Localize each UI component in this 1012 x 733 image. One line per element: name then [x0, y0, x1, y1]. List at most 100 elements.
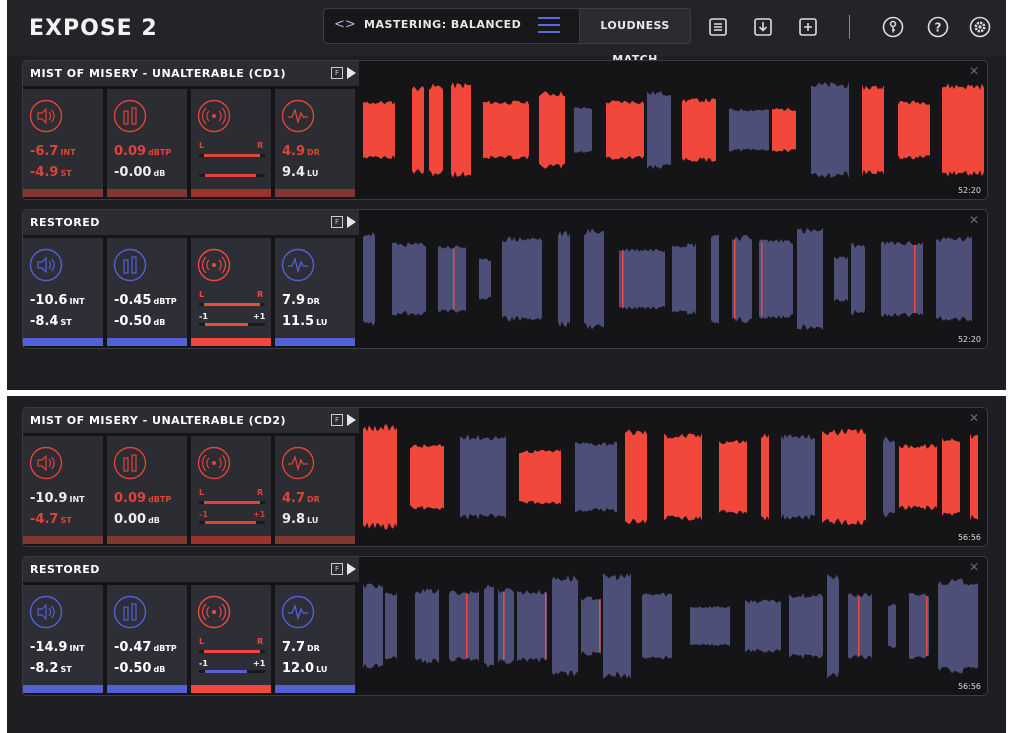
waveform-segment — [539, 91, 565, 169]
integrated-loudness-value: -14.9 INT — [30, 640, 85, 655]
play-icon[interactable] — [347, 414, 356, 426]
waveform[interactable] — [361, 61, 987, 199]
dynamics-icon — [281, 446, 315, 480]
loudness-cell[interactable]: -10.9 INT -4.7 ST — [23, 436, 103, 544]
waveform-segment — [759, 238, 793, 320]
clip-marker — [466, 593, 468, 659]
key-icon[interactable] — [882, 16, 904, 38]
dynamics-cell[interactable]: 7.9 DR 11.5 LU — [275, 238, 355, 346]
waveform-segment — [415, 588, 439, 664]
gain-value: -0.50 dB — [114, 314, 166, 329]
menu-icon[interactable] — [538, 17, 560, 33]
waveform-segment — [664, 433, 702, 521]
correlation-meter — [199, 521, 265, 524]
dynamics-status-bar — [275, 189, 355, 197]
waveform-segment — [898, 100, 930, 160]
dynamic-range-value: 4.7 DR — [282, 491, 320, 506]
right-channel-label: R — [257, 637, 264, 646]
help-icon[interactable]: ? — [927, 16, 949, 38]
waveform-segment — [519, 449, 561, 505]
dynamics-cell[interactable]: 4.7 DR 9.8 LU — [275, 436, 355, 544]
waveform[interactable] — [361, 210, 987, 348]
window-bottom: MIST OF MISERY - UNALTERABLE (CD2) F -10… — [7, 396, 1006, 733]
meter-icon — [113, 248, 147, 282]
peak-cell[interactable]: 0.09 dBTP -0.00 dB — [107, 89, 187, 197]
waveform-segment — [460, 434, 506, 520]
peak-cell[interactable]: 0.09 dBTP 0.00 dB — [107, 436, 187, 544]
waveform[interactable] — [361, 408, 987, 546]
waveform-segment — [584, 228, 604, 330]
loudness-cell[interactable]: -10.6 INT -8.4 ST — [23, 238, 103, 346]
waveform-segment — [483, 100, 529, 160]
correlation-min-label: -1 — [199, 312, 208, 321]
stereo-status-bar — [191, 189, 271, 197]
waveform-segment — [451, 82, 471, 178]
stereo-cell[interactable]: L R — [191, 89, 271, 197]
settings-icon[interactable] — [969, 16, 991, 38]
dynamic-range-value: 7.9 DR — [282, 293, 320, 308]
waveform-segment — [719, 439, 747, 515]
add-icon[interactable] — [797, 16, 819, 38]
waveform-segment — [552, 575, 578, 677]
play-icon[interactable] — [347, 67, 356, 79]
stereo-icon — [197, 595, 231, 629]
loudness-range-value: 9.8 LU — [282, 512, 319, 527]
track-header: RESTORED F — [23, 557, 359, 582]
import-icon[interactable] — [752, 16, 774, 38]
balance-meter — [199, 154, 265, 157]
close-icon[interactable]: ✕ — [969, 64, 979, 78]
waveform-segment — [772, 107, 796, 153]
track-duration: 52:20 — [957, 335, 981, 344]
track-original-cd1: MIST OF MISERY - UNALTERABLE (CD1) F -6.… — [22, 60, 988, 200]
dynamics-cell[interactable]: 7.7 DR 12.0 LU — [275, 585, 355, 693]
loudness-cell[interactable]: -14.9 INT -8.2 ST — [23, 585, 103, 693]
track-title: MIST OF MISERY - UNALTERABLE (CD1) — [30, 67, 287, 80]
clip-marker — [734, 239, 736, 319]
waveform[interactable] — [361, 557, 987, 695]
close-icon[interactable]: ✕ — [969, 411, 979, 425]
waveform-segment — [642, 592, 672, 660]
focus-button[interactable]: F — [331, 563, 343, 575]
speaker-icon — [29, 595, 63, 629]
waveform-segment — [410, 444, 444, 510]
clip-marker — [858, 596, 860, 656]
play-icon[interactable] — [347, 563, 356, 575]
waveform-segment — [581, 596, 601, 656]
focus-button[interactable]: F — [331, 67, 343, 79]
waveform-segment — [574, 106, 592, 154]
dynamics-cell[interactable]: 4.9 DR 9.4 LU — [275, 89, 355, 197]
peak-cell[interactable]: -0.47 dBTP -0.50 dB — [107, 585, 187, 693]
loudness-range-value: 12.0 LU — [282, 661, 328, 676]
track-title: RESTORED — [30, 216, 100, 229]
clip-marker — [926, 595, 928, 657]
stereo-cell[interactable]: L R -1 +1 — [191, 238, 271, 346]
waveform-segment — [647, 90, 671, 170]
loudness-match-button[interactable]: LOUDNESS MATCH — [579, 8, 691, 66]
play-icon[interactable] — [347, 216, 356, 228]
correlation-max-label: +1 — [253, 659, 266, 668]
loudness-range-value: 9.4 LU — [282, 165, 319, 180]
preset-arrows-icon[interactable]: <> — [334, 17, 356, 32]
waveform-segment — [797, 227, 823, 331]
stereo-icon — [197, 248, 231, 282]
preset-name: MASTERING: BALANCED — [364, 18, 522, 31]
waveform-segment — [682, 98, 716, 162]
preset-selector[interactable]: <> MASTERING: BALANCED — [323, 8, 590, 44]
waveform-segment — [899, 444, 937, 510]
stereo-cell[interactable]: L R -1 +1 — [191, 436, 271, 544]
focus-button[interactable]: F — [331, 414, 343, 426]
stereo-cell[interactable]: L R -1 +1 — [191, 585, 271, 693]
waveform-segment — [888, 604, 896, 648]
track-duration: 56:56 — [957, 682, 981, 691]
list-icon[interactable] — [707, 16, 729, 38]
waveform-segment — [558, 230, 570, 328]
correlation-meter — [199, 670, 265, 673]
track-header: MIST OF MISERY - UNALTERABLE (CD1) F — [23, 61, 359, 86]
loudness-cell[interactable]: -6.7 INT -4.9 ST — [23, 89, 103, 197]
close-icon[interactable]: ✕ — [969, 560, 979, 574]
peak-cell[interactable]: -0.45 dBTP -0.50 dB — [107, 238, 187, 346]
right-channel-label: R — [257, 488, 264, 497]
waveform-segment — [851, 242, 865, 316]
close-icon[interactable]: ✕ — [969, 213, 979, 227]
focus-button[interactable]: F — [331, 216, 343, 228]
